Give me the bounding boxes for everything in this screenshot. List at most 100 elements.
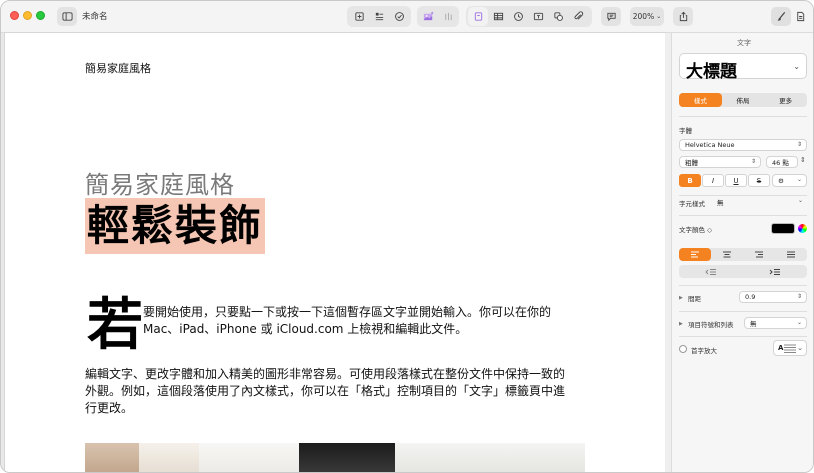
advanced-options-button[interactable]: ⚙ ⌄ <box>772 174 807 187</box>
font-size-field[interactable]: 46 點 <box>766 156 798 168</box>
photo-image[interactable] <box>85 443 585 472</box>
increase-indent-button[interactable] <box>743 265 807 278</box>
align-center-icon <box>723 251 731 257</box>
tab-more[interactable]: 更多 <box>764 93 807 107</box>
comment-icon <box>606 12 616 22</box>
line-spacing-select[interactable]: 0.9 ⇕ <box>739 291 807 303</box>
toolbar: 未命名 200% ⌄ <box>1 1 813 33</box>
format-inspector-button[interactable] <box>771 7 791 26</box>
underline-button[interactable]: U <box>725 174 747 187</box>
close-window-button[interactable] <box>10 11 19 20</box>
insert-button[interactable] <box>370 7 388 26</box>
sidebar-icon <box>61 12 73 21</box>
title-selection: 輕鬆裝飾 <box>85 198 266 254</box>
photo-region <box>299 443 395 472</box>
font-size-stepper[interactable]: ⇕ <box>800 156 806 164</box>
text-box-icon <box>474 12 482 21</box>
document-title: 未命名 <box>82 12 108 22</box>
drop-cap-style-button[interactable]: A ⌄ <box>773 340 807 356</box>
text-color-swatch[interactable] <box>771 223 795 234</box>
character-style-select[interactable]: 無 ⌄ <box>712 196 807 208</box>
text-lines-icon <box>784 344 797 353</box>
comment-button[interactable] <box>601 7 621 26</box>
outdent-icon <box>705 268 716 275</box>
divider <box>679 336 807 337</box>
chevron-down-icon: ⌄ <box>797 344 803 352</box>
paragraph-style-value: 大標題 <box>686 62 737 82</box>
drop-cap[interactable]: 若 <box>87 296 143 356</box>
image-sparkle-icon <box>423 11 434 21</box>
drop-cap-checkbox[interactable] <box>679 345 687 353</box>
photo-region <box>199 443 299 472</box>
zoom-menu[interactable]: 200% ⌄ <box>630 7 664 26</box>
chevron-down-icon: ⌄ <box>797 197 803 204</box>
line-spacing-value: 0.9 <box>745 293 756 301</box>
image-playground-button[interactable] <box>419 7 437 26</box>
paragraph-style-select[interactable]: 大標題 ⌄ <box>679 53 807 82</box>
table-button[interactable] <box>489 7 507 26</box>
strikethrough-button[interactable]: S <box>748 174 770 187</box>
sidebar-toggle-button[interactable] <box>57 7 77 26</box>
document-page[interactable]: 簡易家庭風格 簡易家庭風格 輕鬆裝飾 若 要開始使用，只要點一下或按一下這個暫存… <box>5 33 665 472</box>
gear-icon: ⚙ <box>778 176 784 185</box>
minimize-window-button[interactable] <box>23 11 32 20</box>
align-right-button[interactable] <box>743 248 775 261</box>
chevron-down-icon: ⌄ <box>656 13 662 20</box>
chart-button[interactable] <box>509 7 527 26</box>
document-subtitle[interactable]: 簡易家庭風格 <box>85 165 235 200</box>
media-button[interactable] <box>569 7 587 26</box>
text-box-button[interactable] <box>468 7 488 26</box>
text-insert-icon <box>533 12 543 21</box>
disclosure-triangle-icon[interactable]: ▶ <box>679 295 683 301</box>
font-label: 字體 <box>679 127 692 135</box>
font-weight-select[interactable]: 粗體 ⇕ <box>679 156 761 168</box>
inspector-tabs: 樣式 佈局 更多 <box>679 93 807 107</box>
disclosure-triangle-icon[interactable]: ▶ <box>679 321 683 327</box>
font-family-select[interactable]: Helvetica Neue ⇕ <box>679 139 807 151</box>
tab-layout[interactable]: 佈局 <box>722 93 765 107</box>
justify-icon <box>787 251 795 257</box>
bullets-value: 無 <box>750 320 757 328</box>
divider <box>679 285 807 286</box>
writing-tools-button[interactable] <box>439 7 457 26</box>
alignment-buttons <box>679 248 807 261</box>
bullets-select[interactable]: 無 ⌄ <box>744 317 807 329</box>
justify-button[interactable] <box>775 248 807 261</box>
updown-chevron-icon: ⇕ <box>796 293 802 300</box>
app-window: 未命名 200% ⌄ 簡易家庭風格 簡易家庭風格 輕鬆裝飾 若 要開始使用，只要… <box>0 0 814 473</box>
italic-button[interactable]: I <box>702 174 724 187</box>
character-style-label: 字元樣式 <box>679 200 705 208</box>
page-header[interactable]: 簡易家庭風格 <box>85 60 151 76</box>
zoom-value: 200% <box>632 12 655 21</box>
font-weight-value: 粗體 <box>685 159 698 167</box>
bold-button[interactable]: B <box>679 174 701 187</box>
bullets-label[interactable]: 項目符號和列表 <box>688 319 734 329</box>
color-wheel-icon[interactable] <box>798 224 807 233</box>
decrease-indent-button[interactable] <box>679 265 743 278</box>
shape-icon <box>553 12 563 21</box>
chevron-down-icon: ⌄ <box>796 319 802 326</box>
align-left-button[interactable] <box>679 248 711 261</box>
divider <box>679 311 807 312</box>
zoom-window-button[interactable] <box>36 11 45 20</box>
tab-style[interactable]: 樣式 <box>679 93 722 107</box>
document-inspector-button[interactable] <box>792 7 808 26</box>
spacing-label[interactable]: 間距 <box>688 293 701 303</box>
shape-button[interactable] <box>549 7 567 26</box>
share-button[interactable] <box>673 7 693 26</box>
align-left-icon <box>691 251 699 257</box>
text-button[interactable] <box>529 7 547 26</box>
align-center-button[interactable] <box>711 248 743 261</box>
body-paragraph-2[interactable]: 編輯文字、更改字體和加入精美的圖形非常容易。可使用段落樣式在整份文件中保持一致的… <box>85 366 575 417</box>
track-changes-button[interactable] <box>390 7 408 26</box>
add-page-button[interactable] <box>350 7 368 26</box>
photo-region <box>85 443 139 472</box>
divider <box>679 215 807 216</box>
document-title-heading[interactable]: 輕鬆裝飾 <box>87 201 263 250</box>
paintbrush-icon <box>776 11 785 21</box>
body-paragraph-1[interactable]: 要開始使用，只要點一下或按一下這個暫存區文字並開始輸入。你可以在你的 Mac、i… <box>143 304 583 338</box>
text-color-label[interactable]: 文字顏色 ◇ <box>679 224 712 234</box>
indent-icon <box>769 268 780 275</box>
text-style-buttons: B I U S <box>679 174 771 187</box>
photo-region <box>395 443 585 472</box>
